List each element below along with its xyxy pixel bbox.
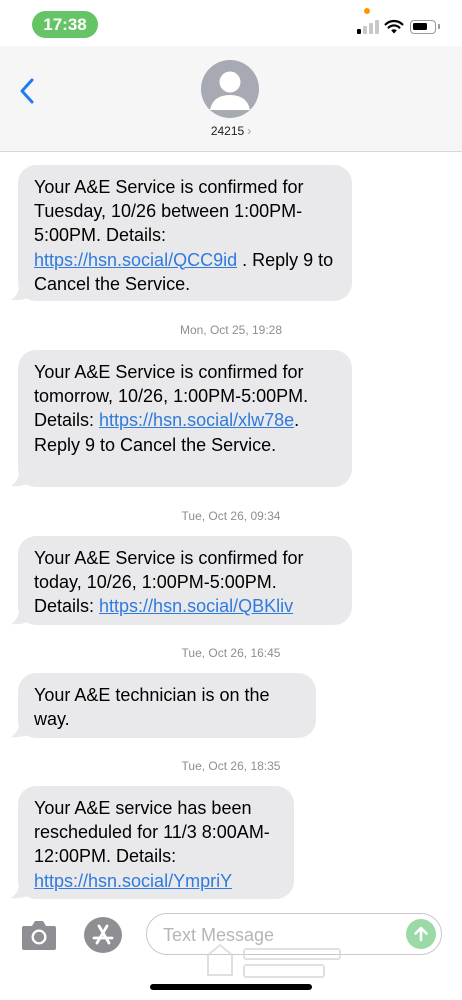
home-indicator — [150, 984, 312, 990]
message-link[interactable]: https://hsn.social/QBKliv — [99, 596, 293, 616]
timestamp-time: 16:45 — [250, 646, 281, 660]
conversation-header: 24215 › — [0, 46, 462, 152]
message-text: Your A&E technician is on the way. — [34, 685, 270, 730]
message-bubble[interactable]: Your A&E technician is on the way. — [18, 673, 316, 738]
message-link[interactable]: https://hsn.social/YmpriY — [34, 871, 232, 891]
back-chevron-icon — [20, 78, 34, 104]
message-bubble[interactable]: Your A&E Service is confirmed for today,… — [18, 536, 352, 625]
message-timestamp: Tue, Oct 26, 18:35 — [0, 759, 462, 773]
timestamp-day: Tue, Oct 26, — [181, 646, 248, 660]
message-bubble[interactable]: Your A&E Service is confirmed for tomorr… — [18, 350, 352, 487]
message-link[interactable]: https://hsn.social/QCC9id — [34, 250, 237, 270]
message-text: Your A&E service has been rescheduled fo… — [34, 798, 270, 867]
message-timestamp: Tue, Oct 26, 16:45 — [0, 646, 462, 660]
send-arrow-icon — [414, 926, 428, 942]
person-avatar-icon — [210, 71, 250, 110]
battery-icon — [410, 20, 440, 34]
camera-button[interactable] — [20, 918, 58, 952]
contact-avatar[interactable] — [201, 60, 259, 118]
camera-icon — [22, 921, 56, 950]
wifi-icon — [384, 19, 404, 34]
watermark-logo — [207, 943, 341, 978]
timestamp-day: Mon, Oct 25, — [179, 323, 249, 337]
back-button[interactable] — [14, 74, 40, 108]
timestamp-time: 09:34 — [250, 509, 281, 523]
message-timestamp: Mon, Oct 25, 19:28 — [0, 323, 462, 337]
privacy-indicator-dot — [364, 8, 370, 14]
status-time[interactable]: 17:38 — [32, 11, 98, 38]
contact-name-link[interactable]: 24215 › — [0, 124, 462, 138]
app-store-button[interactable] — [84, 917, 122, 953]
timestamp-day: Tue, Oct 26, — [181, 759, 248, 773]
chevron-right-icon: › — [247, 124, 252, 138]
partial-timestamp — [180, 140, 280, 148]
message-bubble[interactable]: Your A&E Service is confirmed for Tuesda… — [18, 165, 352, 301]
message-bubble[interactable]: Your A&E service has been rescheduled fo… — [18, 786, 294, 899]
app-store-icon — [92, 924, 114, 945]
status-bar: 17:38 — [0, 0, 462, 46]
timestamp-day: Tue, Oct 26, — [181, 509, 248, 523]
send-button[interactable] — [406, 919, 436, 949]
message-text: Your A&E Service is confirmed for Tuesda… — [34, 177, 304, 246]
contact-number: 24215 — [210, 124, 245, 138]
timestamp-time: 19:28 — [252, 323, 283, 337]
timestamp-time: 18:35 — [250, 759, 281, 773]
message-timestamp: Tue, Oct 26, 09:34 — [0, 509, 462, 523]
message-link[interactable]: https://hsn.social/xlw78e — [99, 410, 294, 430]
signal-icon — [357, 20, 379, 34]
